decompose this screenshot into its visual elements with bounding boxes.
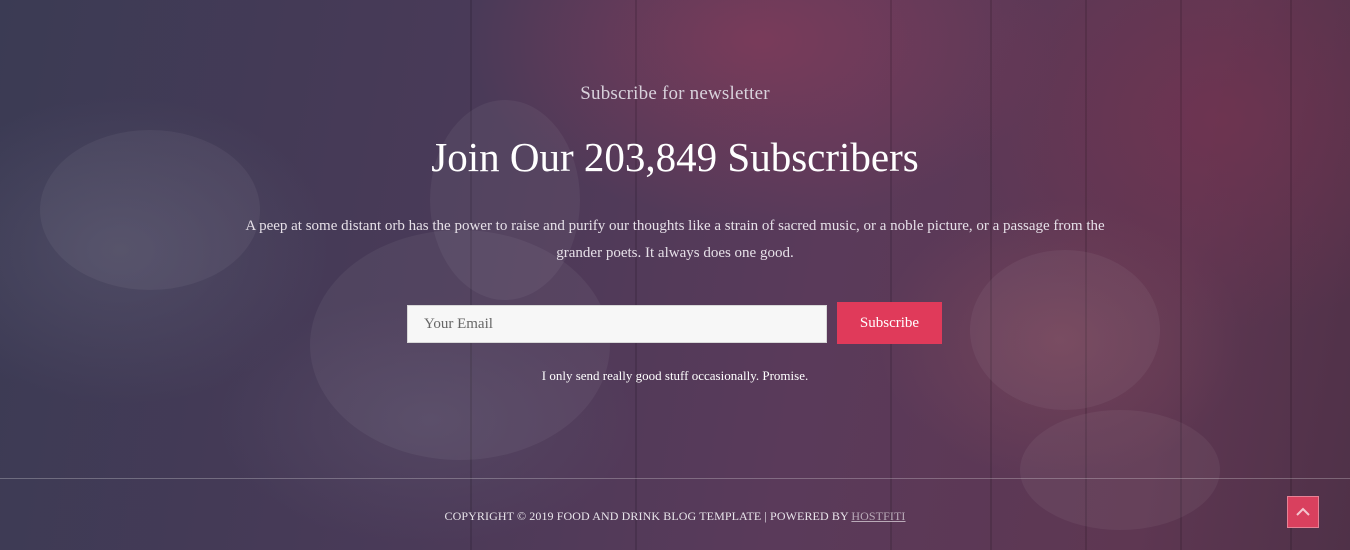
newsletter-headline: Join Our 203,849 Subscribers [431,134,919,180]
newsletter-eyebrow: Subscribe for newsletter [580,83,770,104]
site-footer: COPYRIGHT © 2019 FOOD AND DRINK BLOG TEM… [0,509,1350,524]
powered-by-link[interactable]: HOSTFITI [851,509,905,523]
copyright-text: COPYRIGHT © 2019 FOOD AND DRINK BLOG TEM… [444,509,852,523]
newsletter-promise: I only send really good stuff occasional… [541,368,809,383]
newsletter-description: A peep at some distant orb has the power… [245,218,1105,261]
back-to-top-button[interactable] [1287,496,1319,528]
chevron-up-icon [1296,507,1310,516]
email-input[interactable] [407,305,827,343]
subscribe-button[interactable]: Subscribe [837,302,942,344]
newsletter-form: Subscribe [407,302,942,344]
newsletter-section: Subscribe for newsletter Join Our 203,84… [0,0,1350,478]
footer-divider [0,478,1350,479]
